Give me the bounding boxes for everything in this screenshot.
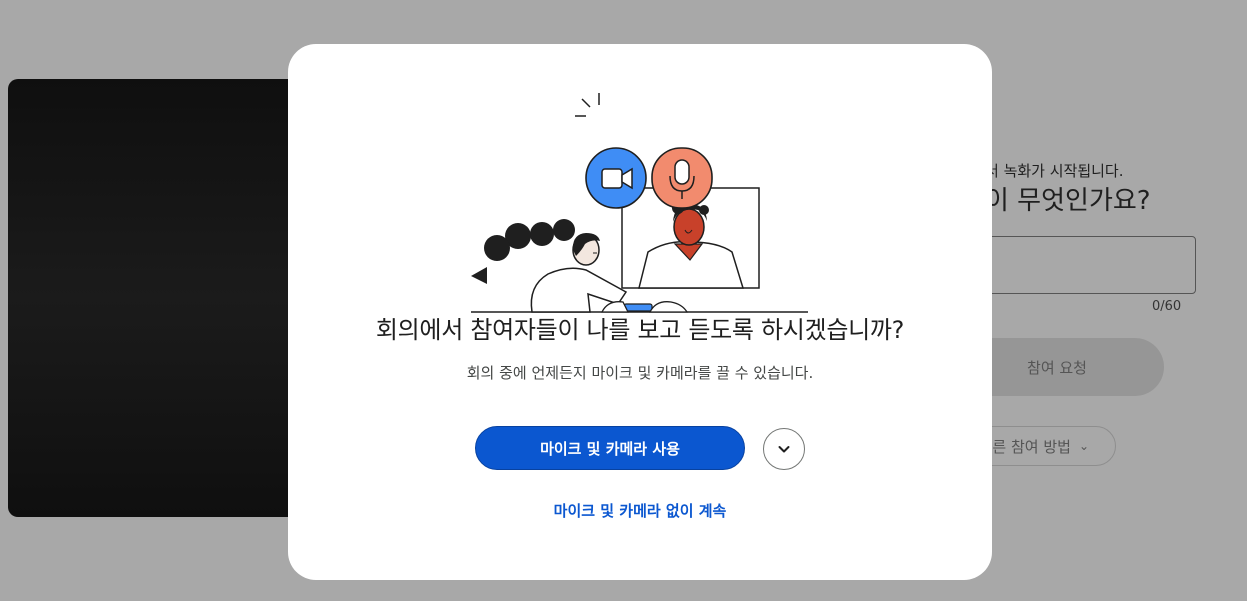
name-char-counter: 0/60 bbox=[1152, 299, 1182, 314]
other-ways-label: 른 참여 방법 bbox=[992, 437, 1071, 456]
video-preview bbox=[8, 79, 308, 517]
chevron-down-icon: ⌄ bbox=[1078, 439, 1089, 453]
more-options-button[interactable] bbox=[763, 428, 805, 470]
permission-dialog: 회의에서 참여자들이 나를 보고 듣도록 하시겠습니까? 회의 중에 언제든지 … bbox=[288, 44, 992, 580]
name-question: 이 무엇인가요? bbox=[985, 186, 1151, 216]
recording-notice: 서 녹화가 시작됩니다. bbox=[985, 162, 1124, 180]
chevron-down-icon bbox=[778, 446, 790, 453]
continue-without-mic-camera-link[interactable]: 마이크 및 카메라 없이 계속 bbox=[288, 500, 992, 521]
join-request-label: 참여 요청 bbox=[1027, 358, 1087, 377]
use-mic-and-camera-button[interactable]: 마이크 및 카메라 사용 bbox=[475, 426, 745, 470]
dialog-subtitle: 회의 중에 언제든지 마이크 및 카메라를 끌 수 있습니다. bbox=[466, 364, 814, 382]
meeting-illustration bbox=[471, 93, 808, 313]
dialog-title: 회의에서 참여자들이 나를 보고 듣도록 하시겠습니까? bbox=[375, 316, 905, 344]
